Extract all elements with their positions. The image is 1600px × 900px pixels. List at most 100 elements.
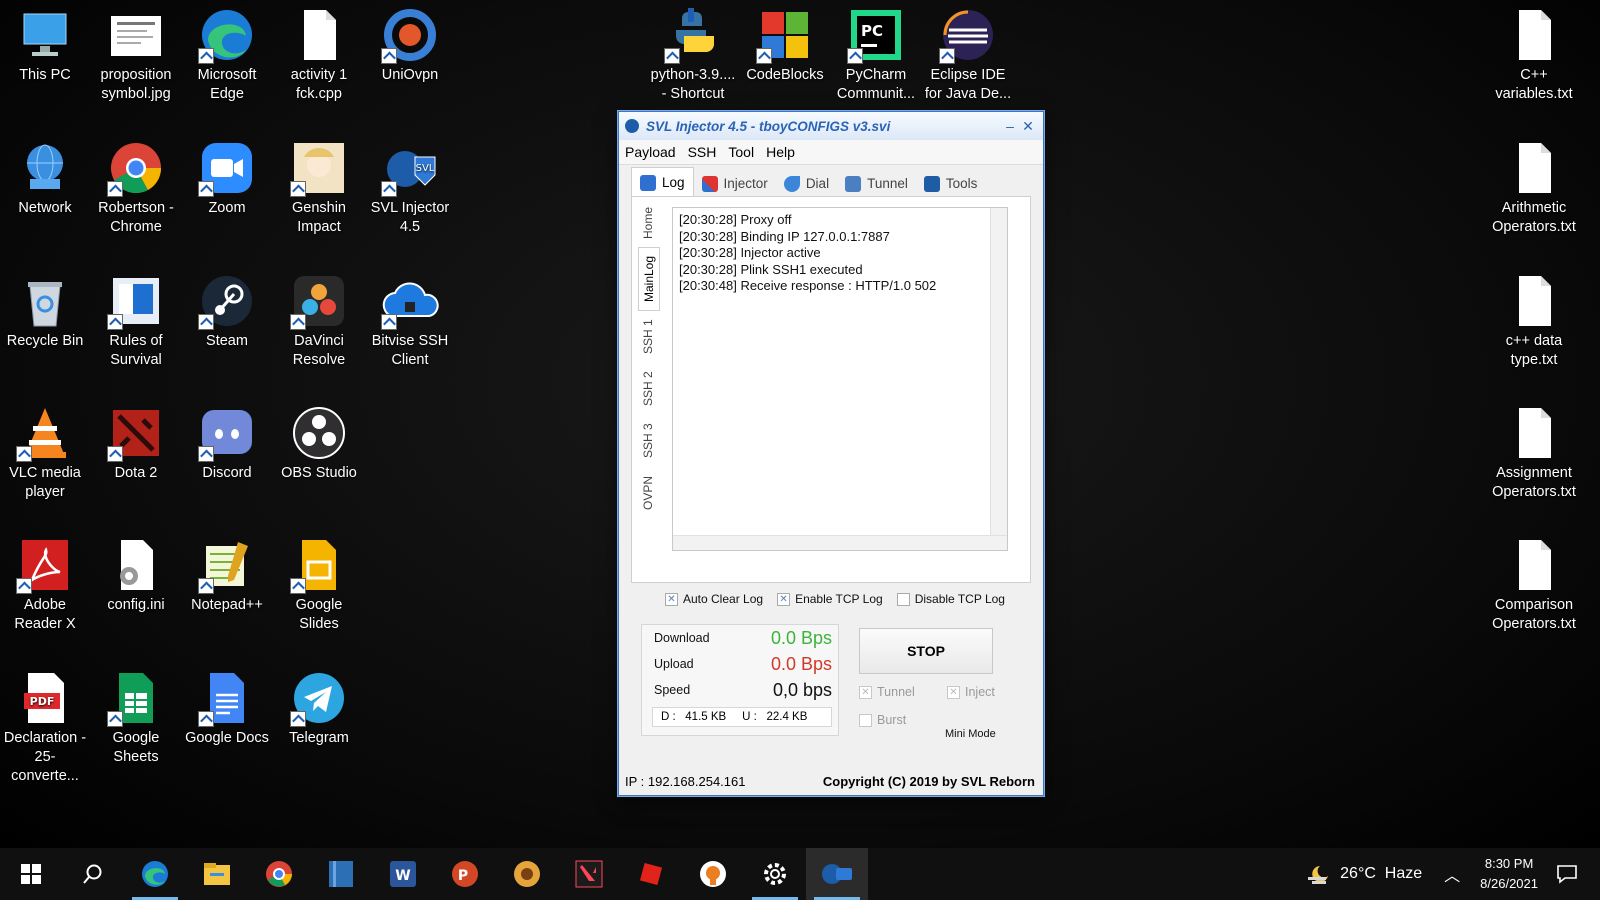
bitvise-icon [381,272,439,330]
speed-value: 0,0 bps [772,679,832,700]
desktop-icon-rules-of-survival[interactable]: Rules of Survival [92,272,180,370]
clock[interactable]: 8:30 PM 8/26/2021 [1480,854,1538,894]
desktop-icon-codeblocks[interactable]: CodeBlocks [741,6,829,85]
search-button[interactable] [62,848,124,900]
desktop-icon-bitvise[interactable]: Bitvise SSH Client [366,272,454,370]
menu-payload[interactable]: Payload [625,144,676,160]
desktop-icon-vlc[interactable]: VLC media player [1,404,89,502]
windows-icon [21,864,41,884]
desktop-icon-uniovpn[interactable]: UniOvpn [366,6,454,85]
desktop-icon-google-slides[interactable]: Google Slides [275,536,363,634]
config-file-icon [107,536,165,594]
mini-mode-link[interactable]: Mini Mode [945,728,996,740]
taskbar-word[interactable]: W [372,848,434,900]
desktop-icon-proposition-symbol[interactable]: proposition symbol.jpg [92,6,180,104]
tab-tunnel[interactable]: Tunnel [837,170,916,197]
desktop-icon-chrome[interactable]: Robertson - Chrome [92,139,180,237]
desktop-icon-davinci[interactable]: DaVinci Resolve [275,272,363,370]
desktop-icon-activity-cpp[interactable]: activity 1 fck.cpp [275,6,363,104]
taskbar-settings[interactable] [744,848,806,900]
desktop-icon-edge[interactable]: Microsoft Edge [183,6,271,104]
taskbar-app-circle[interactable] [496,848,558,900]
auto-clear-log-checkbox[interactable]: ✕ Auto Clear Log [665,592,763,606]
taskbar-valorant[interactable] [558,848,620,900]
desktop-icon-genshin[interactable]: Genshin Impact [275,139,363,237]
desktop-icon-discord[interactable]: Discord [183,404,271,483]
taskbar-powerpoint[interactable]: P [434,848,496,900]
desktop-icon-cpp-variables[interactable]: C++ variables.txt [1490,6,1578,104]
desktop-icon-steam[interactable]: Steam [183,272,271,351]
tunnel-checkbox[interactable]: ✕ Tunnel [859,685,915,699]
enable-tcp-log-checkbox[interactable]: ✕ Enable TCP Log [777,592,883,606]
desktop-icon-adobe-reader[interactable]: Adobe Reader X [1,536,89,634]
vtab-mainlog[interactable]: MainLog [638,247,660,311]
desktop-icon-config-ini[interactable]: config.ini [92,536,180,615]
desktop-icon-google-docs[interactable]: Google Docs [183,669,271,748]
taskbar-file-explorer[interactable] [186,848,248,900]
vtab-ovpn[interactable]: OVPN [638,469,658,517]
desktop-icon-svl-injector[interactable]: SVL SVL Injector 4.5 [366,139,454,237]
log-panel: Home MainLog SSH 1 SSH 2 SSH 3 OVPN [20:… [631,196,1031,583]
desktop-icon-recycle-bin[interactable]: Recycle Bin [1,272,89,351]
search-icon [83,864,102,884]
desktop-icon-eclipse[interactable]: Eclipse IDE for Java De... [924,6,1012,104]
minimize-button[interactable]: – [1001,118,1019,134]
desktop-icon-obs[interactable]: OBS Studio [275,404,363,483]
desktop-icon-declaration-pdf[interactable]: PDF Declaration - 25-converte... [1,669,89,786]
tab-log[interactable]: Log [631,167,694,197]
discord-icon [198,404,256,462]
desktop-icon-this-pc[interactable]: This PC [1,6,89,85]
edge-icon [198,6,256,64]
desktop-icon-dota2[interactable]: Dota 2 [92,404,180,483]
desktop-icon-assignment-operators[interactable]: Assignment Operators.txt [1490,404,1578,502]
desktop-icon-network[interactable]: Network [1,139,89,218]
pdf-icon: PDF [16,669,74,727]
vtab-home[interactable]: Home [638,201,658,245]
syringe-icon [701,175,718,192]
desktop-icon-google-sheets[interactable]: Google Sheets [92,669,180,767]
burst-checkbox[interactable]: Burst [859,713,906,727]
taskbar-svl-injector[interactable] [806,848,868,900]
desktop-icon-arithmetic-operators[interactable]: Arithmetic Operators.txt [1490,139,1578,237]
weather-text[interactable]: 26°C Haze [1340,865,1422,883]
menu-ssh[interactable]: SSH [688,144,717,160]
desktop-icon-telegram[interactable]: Telegram [275,669,363,748]
menu-help[interactable]: Help [766,144,795,160]
taskbar-book-app[interactable] [310,848,372,900]
menu-tool[interactable]: Tool [728,144,754,160]
desktop-icon-cpp-data-type[interactable]: c++ data type.txt [1490,272,1578,370]
vtab-ssh1[interactable]: SSH 1 [638,313,658,361]
desktop-icon-zoom[interactable]: Zoom [183,139,271,218]
inject-checkbox[interactable]: ✕ Inject [947,685,995,699]
svg-text:SVL: SVL [416,163,435,174]
notification-icon[interactable] [1556,864,1578,884]
desktop-icon-notepadpp[interactable]: Notepad++ [183,536,271,615]
log-horizontal-scrollbar[interactable] [673,535,1007,550]
chevron-up-icon[interactable]: ︿ [1444,862,1460,886]
taskbar-edge[interactable] [124,848,186,900]
taskbar-roblox[interactable] [620,848,682,900]
vtab-ssh3[interactable]: SSH 3 [638,417,658,465]
zoom-icon [198,139,256,197]
desktop-icon-python[interactable]: python-3.9.... - Shortcut [649,6,737,104]
desktop-icon-comparison-operators[interactable]: Comparison Operators.txt [1490,536,1578,634]
log-vertical-scrollbar[interactable] [990,208,1007,536]
checkbox-disabled-icon: ✕ [859,685,872,699]
tab-tools[interactable]: Tools [916,170,986,197]
log-output[interactable]: [20:30:28] Proxy off [20:30:28] Binding … [672,207,1008,551]
taskbar-chrome[interactable] [248,848,310,900]
start-button[interactable] [0,848,62,900]
vtab-ssh2[interactable]: SSH 2 [638,365,658,413]
genshin-icon [290,139,348,197]
taskbar-openvpn[interactable] [682,848,744,900]
speed-label: Speed [654,683,691,697]
tools-icon [923,175,940,192]
image-file-icon [107,6,165,64]
desktop-icon-pycharm[interactable]: PC PyCharm Communit... [832,6,920,104]
disable-tcp-log-checkbox[interactable]: Disable TCP Log [896,592,1005,606]
close-button[interactable]: ✕ [1019,118,1037,135]
window-titlebar[interactable]: SVL Injector 4.5 - tboyCONFIGS v3.svi – … [619,112,1043,140]
tab-dial[interactable]: Dial [776,170,837,197]
stop-button[interactable]: STOP [859,628,993,674]
tab-injector[interactable]: Injector [694,170,776,197]
